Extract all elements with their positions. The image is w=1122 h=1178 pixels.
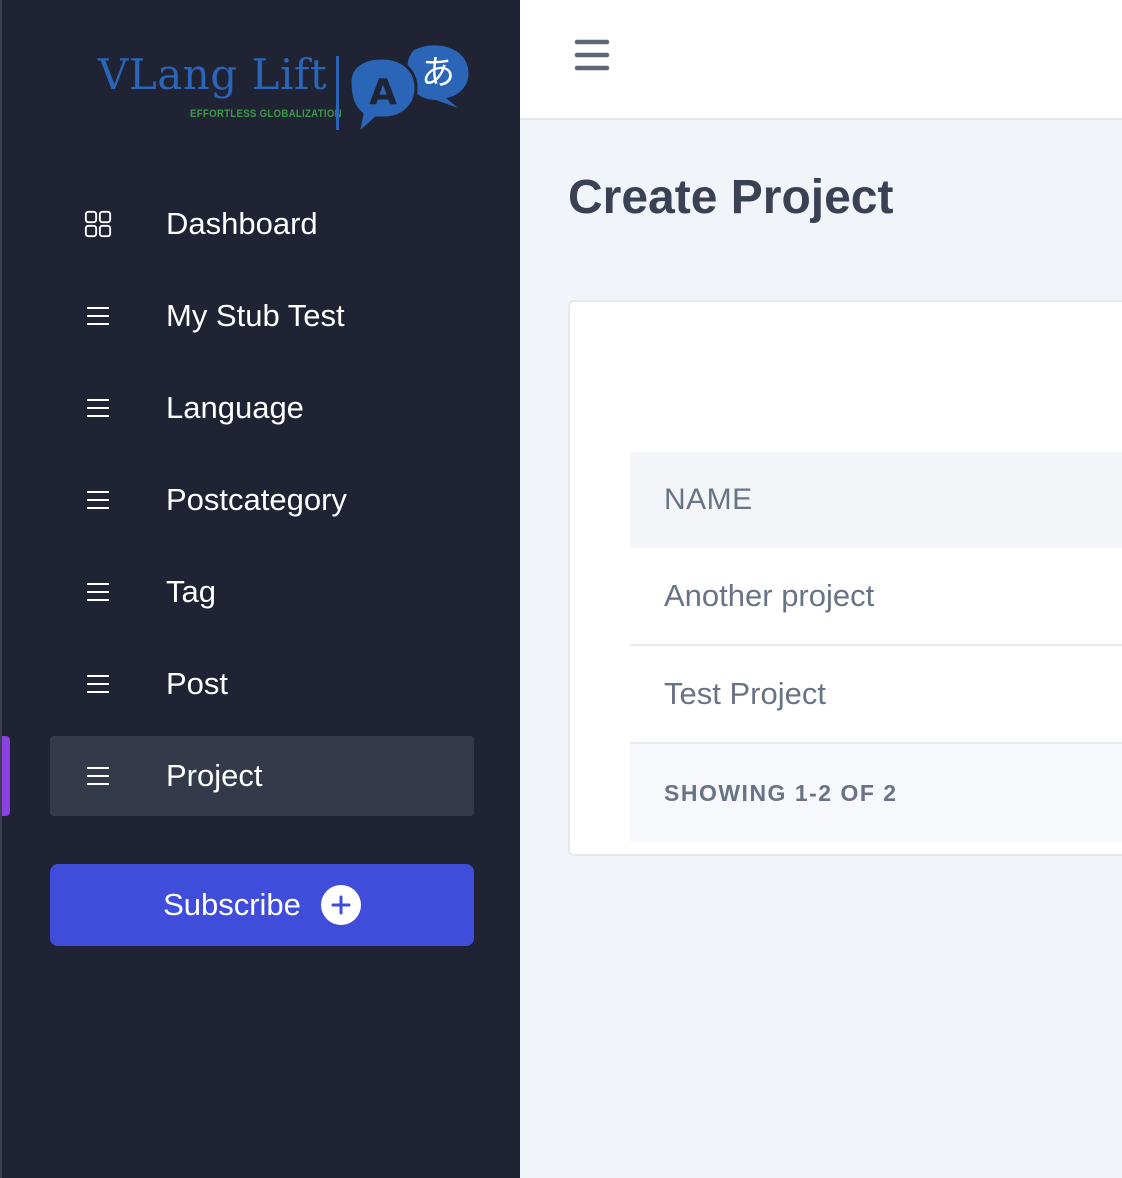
column-header-name[interactable]: NAME (664, 483, 753, 517)
page-title: Create Project (568, 171, 894, 224)
sidebar-item-label: Project (166, 758, 263, 793)
sidebar-item-project[interactable]: Project (50, 736, 474, 816)
sidebar-item-language[interactable]: Language (50, 368, 474, 448)
top-bar (520, 0, 1122, 120)
sidebar-item-label: Tag (166, 574, 216, 609)
hamburger-icon[interactable] (574, 38, 610, 72)
sidebar-item-label: Post (166, 666, 229, 701)
sidebar-item-label: Dashboard (166, 206, 318, 241)
menu-lines-icon (84, 302, 112, 330)
sidebar-item-postcategory[interactable]: Postcategory (50, 460, 474, 540)
sidebar-item-tag[interactable]: Tag (50, 552, 474, 632)
menu-lines-icon (84, 670, 112, 698)
brand-name: VLang Lift (98, 50, 328, 99)
menu-lines-icon (84, 578, 112, 606)
sidebar-item-label: Postcategory (166, 482, 347, 517)
sidebar-item-label: Language (166, 390, 304, 425)
projects-table: NAME Another project Test Project SHOWIN… (630, 452, 1122, 842)
translate-bubbles-icon: あ A (348, 45, 469, 136)
sidebar-item-my-stub-test[interactable]: My Stub Test (50, 276, 474, 356)
project-name-cell[interactable]: Another project (664, 578, 874, 614)
table-footer: SHOWING 1-2 OF 2 (630, 744, 1122, 842)
logo-divider (336, 56, 339, 130)
sidebar-item-dashboard[interactable]: Dashboard (50, 184, 474, 264)
plus-circle-icon (320, 885, 361, 925)
subscribe-button[interactable]: Subscribe (50, 864, 474, 946)
sidebar: VLang Lift EFFORTLESS GLOBALIZATION あ A … (0, 0, 520, 1178)
brand-tagline: EFFORTLESS GLOBALIZATION (190, 108, 342, 120)
menu-lines-icon (84, 394, 112, 422)
sidebar-item-post[interactable]: Post (50, 644, 474, 724)
brand-logo[interactable]: VLang Lift EFFORTLESS GLOBALIZATION あ A (96, 40, 476, 136)
table-row[interactable]: Another project (630, 548, 1122, 646)
menu-lines-icon (84, 762, 112, 790)
brand-badge-kana: あ (421, 53, 455, 93)
pagination-summary: SHOWING 1-2 OF 2 (664, 779, 898, 806)
table-header: NAME (630, 452, 1122, 548)
subscribe-label: Subscribe (163, 887, 301, 922)
project-name-cell[interactable]: Test Project (664, 676, 826, 712)
sidebar-item-label: My Stub Test (166, 298, 345, 333)
sidebar-nav: Dashboard My Stub Test Language Postcate… (50, 184, 474, 828)
active-indicator (2, 736, 10, 816)
menu-lines-icon (84, 486, 112, 514)
grid-icon (84, 210, 112, 238)
projects-card: NAME Another project Test Project SHOWIN… (568, 300, 1122, 856)
brand-badge-latin: A (369, 72, 397, 113)
table-row[interactable]: Test Project (630, 646, 1122, 744)
